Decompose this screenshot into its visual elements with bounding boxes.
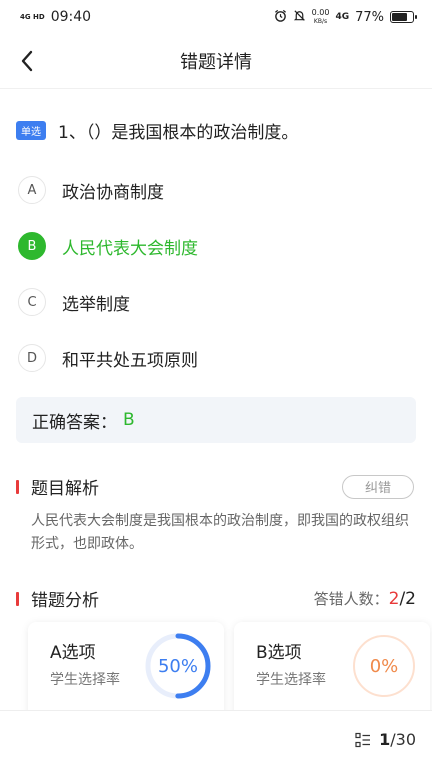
signal-indicator: 4G bbox=[335, 11, 350, 22]
battery-fill bbox=[392, 13, 408, 21]
page-current: 1 bbox=[379, 730, 391, 749]
battery-icon bbox=[390, 11, 417, 23]
analysis-title-text: 题目解析 bbox=[31, 479, 99, 499]
question-list-button[interactable]: 1/30 bbox=[355, 730, 416, 749]
analysis-header: 题目解析 纠错 bbox=[16, 474, 416, 499]
option-text: 和平共处五项原则 bbox=[62, 350, 198, 371]
wrong-count-total: /2 bbox=[399, 589, 416, 609]
option-letter: A bbox=[18, 176, 46, 204]
status-right: 0.00 KB/s 4G 77% bbox=[274, 7, 417, 26]
error-analysis-header: 错题分析 答错人数：2/2 bbox=[16, 586, 416, 611]
option-stat-card-b: B选项 学生选择率 0% bbox=[234, 622, 430, 722]
option-letter: B bbox=[18, 232, 46, 260]
analysis-title: 题目解析 bbox=[16, 474, 99, 499]
correct-answer-label: 正确答案： bbox=[32, 412, 117, 433]
question-stem: 单选 1、（）是我国根本的政治制度。 bbox=[16, 118, 416, 143]
network-indicator: 4G HD bbox=[20, 12, 45, 21]
report-error-button[interactable]: 纠错 bbox=[342, 474, 414, 499]
rate-ring: 50% bbox=[144, 632, 212, 700]
back-button[interactable] bbox=[12, 46, 42, 76]
wrong-count-value: 2 bbox=[388, 589, 400, 609]
option-text: 人民代表大会制度 bbox=[62, 238, 198, 259]
section-marker bbox=[16, 591, 19, 606]
status-time: 09:40 bbox=[50, 9, 92, 25]
question-text: 1、（）是我国根本的政治制度。 bbox=[58, 123, 299, 143]
error-analysis-title-text: 错题分析 bbox=[31, 591, 99, 611]
wrong-count: 答错人数：2/2 bbox=[314, 588, 416, 609]
status-left: 4G HD 09:40 bbox=[20, 9, 91, 25]
error-analysis-title: 错题分析 bbox=[16, 586, 99, 611]
analysis-text: 人民代表大会制度是我国根本的政治制度，即我国的政权组织形式，也即政体。 bbox=[31, 513, 409, 552]
option-b[interactable]: B 人民代表大会制度 bbox=[18, 228, 418, 264]
section-marker bbox=[16, 479, 19, 494]
page-total: /30 bbox=[390, 730, 416, 749]
page-title: 错题详情 bbox=[180, 52, 252, 73]
chevron-left-icon bbox=[21, 50, 33, 72]
list-icon bbox=[355, 732, 371, 747]
option-letter: C bbox=[18, 288, 46, 316]
correct-answer-box: 正确答案： B bbox=[16, 397, 416, 443]
net-speed-value: 0.00 bbox=[311, 7, 330, 17]
rate-value: 50% bbox=[157, 655, 198, 677]
option-text: 政治协商制度 bbox=[62, 182, 164, 203]
option-c[interactable]: C 选举制度 bbox=[18, 284, 418, 320]
alarm-icon bbox=[274, 9, 287, 26]
status-bar: 4G HD 09:40 0.00 KB/s 4G 77% bbox=[0, 0, 432, 34]
correct-answer-value: B bbox=[123, 410, 135, 430]
battery-text: 77% bbox=[355, 9, 384, 25]
net-speed: 0.00 KB/s bbox=[311, 7, 330, 26]
option-letter: D bbox=[18, 344, 46, 372]
question-type-badge: 单选 bbox=[16, 121, 46, 140]
option-a[interactable]: A 政治协商制度 bbox=[18, 172, 418, 208]
rate-ring: 0% bbox=[350, 632, 418, 700]
option-text: 选举制度 bbox=[62, 294, 130, 315]
rate-value: 0% bbox=[369, 655, 399, 677]
option-stat-card-a: A选项 学生选择率 50% bbox=[28, 622, 224, 722]
bottom-bar: 1/30 bbox=[0, 710, 432, 768]
nav-bar: 错题详情 bbox=[0, 34, 432, 88]
page-indicator: 1/30 bbox=[379, 730, 416, 749]
wrong-count-label: 答错人数： bbox=[313, 590, 389, 608]
header-divider bbox=[0, 88, 432, 89]
mute-icon bbox=[293, 9, 306, 26]
net-speed-unit: KB/s bbox=[313, 17, 328, 25]
option-d[interactable]: D 和平共处五项原则 bbox=[18, 340, 418, 376]
